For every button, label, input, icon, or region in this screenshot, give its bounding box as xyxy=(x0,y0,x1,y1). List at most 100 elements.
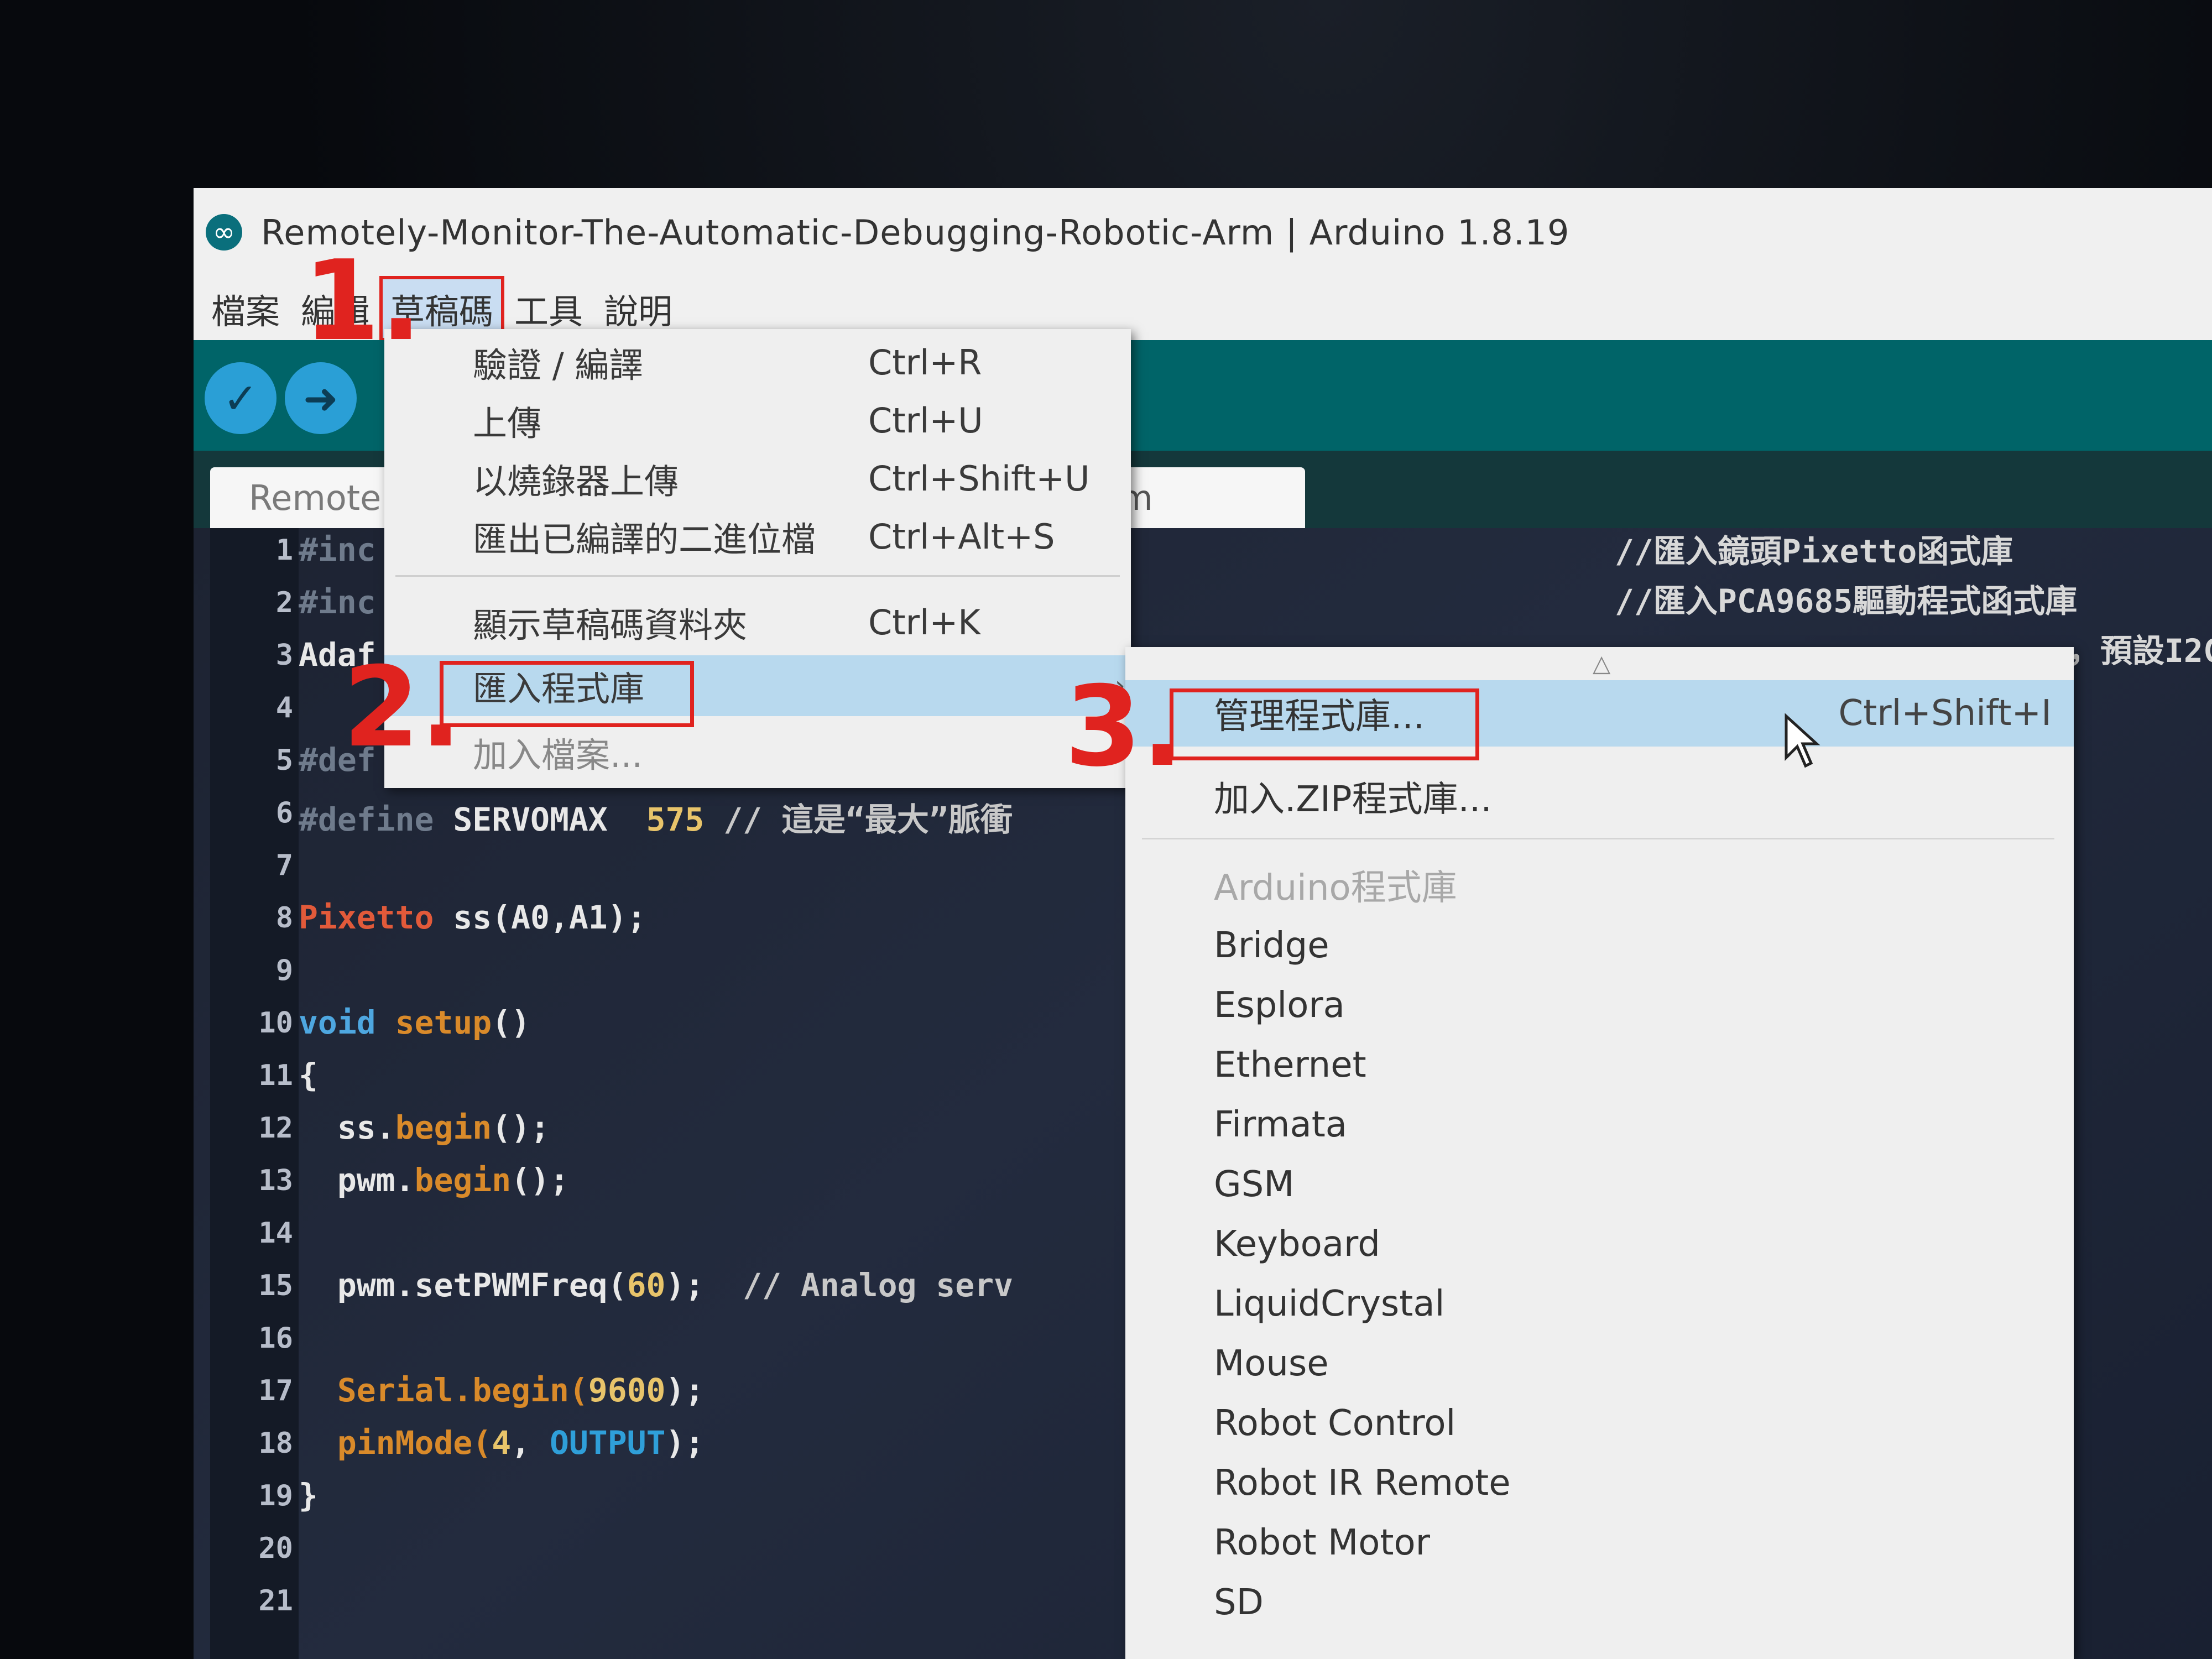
line-number: 4 xyxy=(275,691,293,724)
menu-item-label: 匯出已編譯的二進位檔 xyxy=(473,519,816,560)
menu-item-label: Ethernet xyxy=(1214,1045,1366,1086)
code-comment-right-1: //匯入鏡頭Pixetto函式庫 xyxy=(1615,533,2013,570)
line-number: 15 xyxy=(258,1269,293,1302)
line-number: 2 xyxy=(275,586,293,619)
menu-item-label: 驗證 / 編譯 xyxy=(473,345,644,385)
menu-separator xyxy=(1142,838,2054,839)
menu-item-label: 顯示草稿碼資料夾 xyxy=(473,605,748,645)
arduino-logo-icon xyxy=(206,214,242,251)
library-item[interactable]: Robot IR Remote xyxy=(1125,1455,2074,1511)
code-line-8: Pixetto ss(A0,A1); xyxy=(299,899,646,936)
code-line-10: void setup() xyxy=(299,1004,530,1041)
code-line-12: ss.begin(); xyxy=(299,1109,550,1146)
code-keyword: void xyxy=(299,1004,376,1041)
menu-item-export-binary[interactable]: 匯出已編譯的二進位檔 Ctrl+Alt+S xyxy=(384,509,1131,564)
menu-item-label: GSM xyxy=(1214,1164,1295,1205)
library-item[interactable]: Esplora xyxy=(1125,978,2074,1033)
menu-item-shortcut: Ctrl+Shift+I xyxy=(1838,693,2052,734)
code-comment: // Analog serv xyxy=(743,1266,1014,1304)
code-comment-right-2: //匯入PCA9685驅動程式函式庫 xyxy=(1615,582,2078,620)
annotation-step-1: 1. xyxy=(303,237,422,366)
line-number: 16 xyxy=(258,1322,293,1355)
code-keyword: #define xyxy=(299,801,434,838)
menu-item-show-sketch-folder[interactable]: 顯示草稿碼資料夾 Ctrl+K xyxy=(384,594,1131,650)
library-item[interactable]: Firmata xyxy=(1125,1097,2074,1152)
code-number: 60 xyxy=(627,1266,666,1304)
title-bar: Remotely-Monitor-The-Automatic-Debugging… xyxy=(194,188,2212,276)
library-item[interactable]: Keyboard xyxy=(1125,1217,2074,1272)
code-number: 9600 xyxy=(588,1371,666,1409)
code-number: 575 xyxy=(646,801,705,838)
code-text: pwm. xyxy=(337,1161,415,1199)
menu-item-shortcut: Ctrl+U xyxy=(868,400,983,441)
arrow-right-icon: ➜ xyxy=(303,373,338,423)
menu-item-add-file[interactable]: 加入檔案... xyxy=(384,724,1131,780)
menu-item-label: Keyboard xyxy=(1214,1224,1380,1265)
menu-item-upload-programmer[interactable]: 以燒錄器上傳 Ctrl+Shift+U xyxy=(384,451,1131,506)
line-number: 7 xyxy=(275,849,293,882)
library-item[interactable]: Robot Motor xyxy=(1125,1515,2074,1571)
code-text: ); xyxy=(665,1371,705,1409)
library-item[interactable]: Robot Control xyxy=(1125,1396,2074,1451)
menu-separator xyxy=(395,575,1120,577)
line-number: 21 xyxy=(258,1584,293,1618)
code-line-17: Serial.begin(9600); xyxy=(299,1371,704,1409)
code-line-15: pwm.setPWMFreq(60); // Analog serv xyxy=(299,1266,1013,1304)
include-library-submenu: △ 管理程式庫... Ctrl+Shift+I 加入.ZIP程式庫... Ard… xyxy=(1125,647,2074,1659)
menu-item-label: 加入檔案... xyxy=(473,735,643,775)
section-header-arduino-libraries: Arduino程式庫 xyxy=(1125,857,2074,912)
library-item[interactable]: Mouse xyxy=(1125,1336,2074,1391)
menu-item-label: Robot Control xyxy=(1214,1403,1456,1444)
code-line-1: #inc xyxy=(299,531,376,568)
verify-button[interactable]: ✓ xyxy=(205,362,276,434)
code-text: ); xyxy=(665,1266,705,1304)
menu-item-shortcut: Ctrl+Shift+U xyxy=(868,458,1090,499)
annotation-step-3: 3. xyxy=(1065,662,1184,791)
code-function: setup xyxy=(395,1004,492,1041)
scroll-up-icon[interactable]: △ xyxy=(1593,650,1610,677)
line-number: 5 xyxy=(275,744,293,777)
library-item[interactable]: GSM xyxy=(1125,1157,2074,1212)
menu-item-add-zip-library[interactable]: 加入.ZIP程式庫... xyxy=(1125,769,2074,824)
menu-item-upload[interactable]: 上傳 Ctrl+U xyxy=(384,393,1131,448)
code-number: 4 xyxy=(492,1424,512,1462)
menu-item-shortcut: Ctrl+Alt+S xyxy=(868,516,1055,557)
tab-main-sketch[interactable]: Remotel xyxy=(210,467,404,528)
line-number: 18 xyxy=(258,1427,293,1460)
code-function: begin xyxy=(414,1161,512,1199)
line-number: 3 xyxy=(275,639,293,672)
code-function: Serial.begin( xyxy=(337,1371,588,1409)
menu-item-verify-compile[interactable]: 驗證 / 編譯 Ctrl+R xyxy=(384,335,1131,390)
line-number: 20 xyxy=(258,1532,293,1565)
library-item[interactable]: Bridge xyxy=(1125,918,2074,973)
code-line-11: { xyxy=(299,1056,318,1094)
line-number: 12 xyxy=(258,1112,293,1145)
menu-item-label: Esplora xyxy=(1214,985,1345,1026)
code-text: (); xyxy=(492,1109,550,1146)
menu-item-shortcut: Ctrl+K xyxy=(868,602,980,643)
menu-file[interactable]: 檔案 xyxy=(204,279,288,338)
library-item[interactable]: SD xyxy=(1125,1575,2074,1630)
menu-item-label: SD xyxy=(1214,1582,1264,1623)
menu-item-label: Bridge xyxy=(1214,925,1329,966)
code-identifier: SERVOMAX xyxy=(453,801,608,838)
line-number: 11 xyxy=(258,1059,293,1092)
arduino-ide-window: Remotely-Monitor-The-Automatic-Debugging… xyxy=(194,188,2212,1659)
code-text: , xyxy=(511,1424,550,1462)
line-number: 9 xyxy=(275,954,293,987)
code-text: (); xyxy=(511,1161,569,1199)
annotation-step-2: 2. xyxy=(343,643,462,772)
menu-item-label: LiquidCrystal xyxy=(1214,1284,1445,1324)
code-constant: OUTPUT xyxy=(549,1424,666,1462)
library-item[interactable]: Ethernet xyxy=(1125,1037,2074,1093)
upload-button[interactable]: ➜ xyxy=(285,362,357,434)
code-function: pinMode( xyxy=(337,1424,492,1462)
menu-item-label: Robot IR Remote xyxy=(1214,1463,1511,1504)
code-line-18: pinMode(4, OUTPUT); xyxy=(299,1424,704,1462)
menu-section-label: Arduino程式庫 xyxy=(1214,868,1457,909)
library-item[interactable]: LiquidCrystal xyxy=(1125,1276,2074,1332)
menu-item-label: Robot Motor xyxy=(1214,1522,1430,1563)
code-comment: // 這是“最大”脈衝 xyxy=(723,801,1013,838)
code-text: ); xyxy=(665,1424,705,1462)
menu-item-label: 加入.ZIP程式庫... xyxy=(1214,779,1492,820)
